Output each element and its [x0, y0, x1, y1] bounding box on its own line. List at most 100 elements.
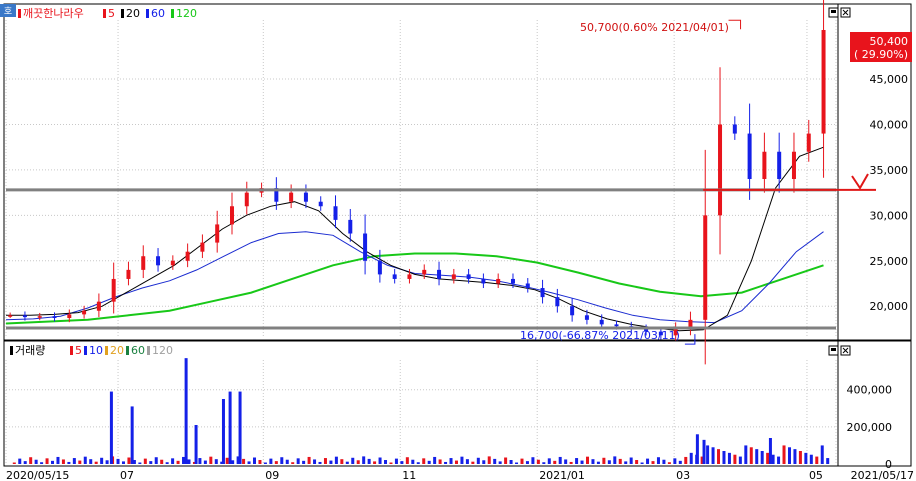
candle-body	[244, 192, 249, 207]
volume-bar	[787, 447, 791, 464]
legend-vol120: 120	[152, 344, 173, 357]
volume-bar	[252, 457, 256, 464]
volume-bar	[394, 458, 398, 464]
svg-text:호: 호	[4, 6, 12, 17]
volume-bar	[56, 456, 60, 464]
candle-body	[555, 297, 560, 307]
candle-body	[82, 310, 87, 315]
volume-bar	[231, 460, 235, 464]
volume-bar	[318, 461, 322, 464]
candle-body	[614, 324, 619, 327]
candle-body	[303, 192, 308, 202]
volume-bar	[116, 458, 120, 464]
volume-bar	[629, 457, 633, 464]
volume-bar	[323, 458, 327, 464]
volume-bar	[83, 456, 87, 464]
volume-bar	[656, 457, 660, 464]
candle-body	[126, 269, 131, 279]
volume-bar	[509, 460, 513, 464]
volume-panel-maximize-button[interactable]	[828, 345, 839, 356]
volume-bar	[51, 460, 55, 464]
candle-body	[185, 251, 190, 261]
candle-body	[377, 260, 382, 275]
price-panel-close-button[interactable]	[840, 7, 851, 18]
volume-bar	[640, 462, 644, 464]
candle-body	[22, 315, 27, 318]
legend-stock-name: 깨끗한나라우	[23, 7, 84, 20]
volume-spike	[695, 434, 699, 464]
volume-bar	[733, 454, 737, 464]
volume-bar	[777, 456, 781, 464]
last-price-change: ( 29.90%)	[854, 48, 908, 61]
volume-bar	[416, 462, 420, 464]
price-axis-tick: 40,000	[870, 118, 909, 131]
price-axis-tick: 20,000	[870, 300, 909, 313]
volume-bar	[618, 458, 622, 464]
volume-bar	[427, 460, 431, 464]
volume-bar	[706, 445, 710, 464]
volume-axis-tick: 400,000	[847, 384, 893, 397]
volume-bar	[154, 457, 158, 464]
volume-bar	[793, 449, 797, 464]
volume-bar	[744, 445, 748, 464]
volume-bar	[667, 462, 671, 464]
volume-bar	[531, 457, 535, 464]
volume-bar	[313, 459, 317, 464]
low-price-label: 16,700(-66.87% 2021/03/11)	[520, 329, 680, 342]
volume-bar	[536, 459, 540, 464]
volume-spike	[109, 391, 113, 464]
volume-panel-close-button[interactable]	[840, 345, 851, 356]
volume-bar	[596, 461, 600, 464]
volume-bar	[334, 456, 338, 464]
volume-bar	[362, 456, 366, 464]
candle-body	[806, 133, 811, 152]
last-price-value: 50,400	[870, 35, 909, 48]
price-panel-frame	[3, 3, 912, 341]
volume-bar	[89, 459, 93, 464]
volume-bar	[149, 461, 153, 464]
volume-bar	[280, 457, 284, 464]
candle-body	[422, 269, 427, 275]
volume-bar	[247, 461, 251, 464]
volume-bar	[405, 457, 409, 464]
volume-bar	[520, 458, 524, 464]
volume-bar	[160, 459, 164, 464]
volume-bar	[78, 460, 82, 464]
volume-bar	[67, 461, 71, 464]
volume-bar	[804, 452, 808, 464]
volume-bar	[291, 462, 295, 464]
volume-bar	[826, 458, 830, 464]
candle-body	[570, 306, 575, 316]
candle-body	[540, 288, 545, 298]
volume-bar	[613, 456, 617, 464]
volume-bar	[378, 457, 382, 464]
volume-bar	[307, 456, 311, 464]
legend-vol60: 60	[131, 344, 145, 357]
volume-bar	[635, 460, 639, 464]
volume-bar	[820, 445, 824, 464]
candle-body	[363, 233, 368, 261]
price-axis-tick: 35,000	[870, 164, 909, 177]
volume-bar	[542, 462, 546, 464]
volume-bar	[45, 458, 49, 464]
volume-bar	[384, 460, 388, 464]
volume-bar	[263, 462, 267, 464]
volume-spike	[228, 391, 232, 464]
volume-bar	[515, 462, 519, 464]
stock-chart: 20,00025,00030,00035,00040,00045,0000200…	[0, 0, 914, 481]
legend-volume: 거래량	[15, 344, 45, 357]
volume-bar	[591, 459, 595, 464]
volume-bar	[296, 458, 300, 464]
volume-bar	[558, 456, 562, 464]
volume-bar	[493, 458, 497, 464]
volume-bar	[760, 451, 764, 464]
time-axis-tick: 11	[402, 469, 416, 481]
volume-bar	[717, 449, 721, 464]
price-panel-maximize-button[interactable]	[828, 7, 839, 18]
volume-bar	[651, 461, 655, 464]
volume-bar	[815, 456, 819, 464]
volume-bar	[678, 460, 682, 464]
corner-badge-icon[interactable]: 호	[0, 4, 16, 17]
volume-bar	[607, 460, 611, 464]
volume-bar	[105, 460, 109, 464]
